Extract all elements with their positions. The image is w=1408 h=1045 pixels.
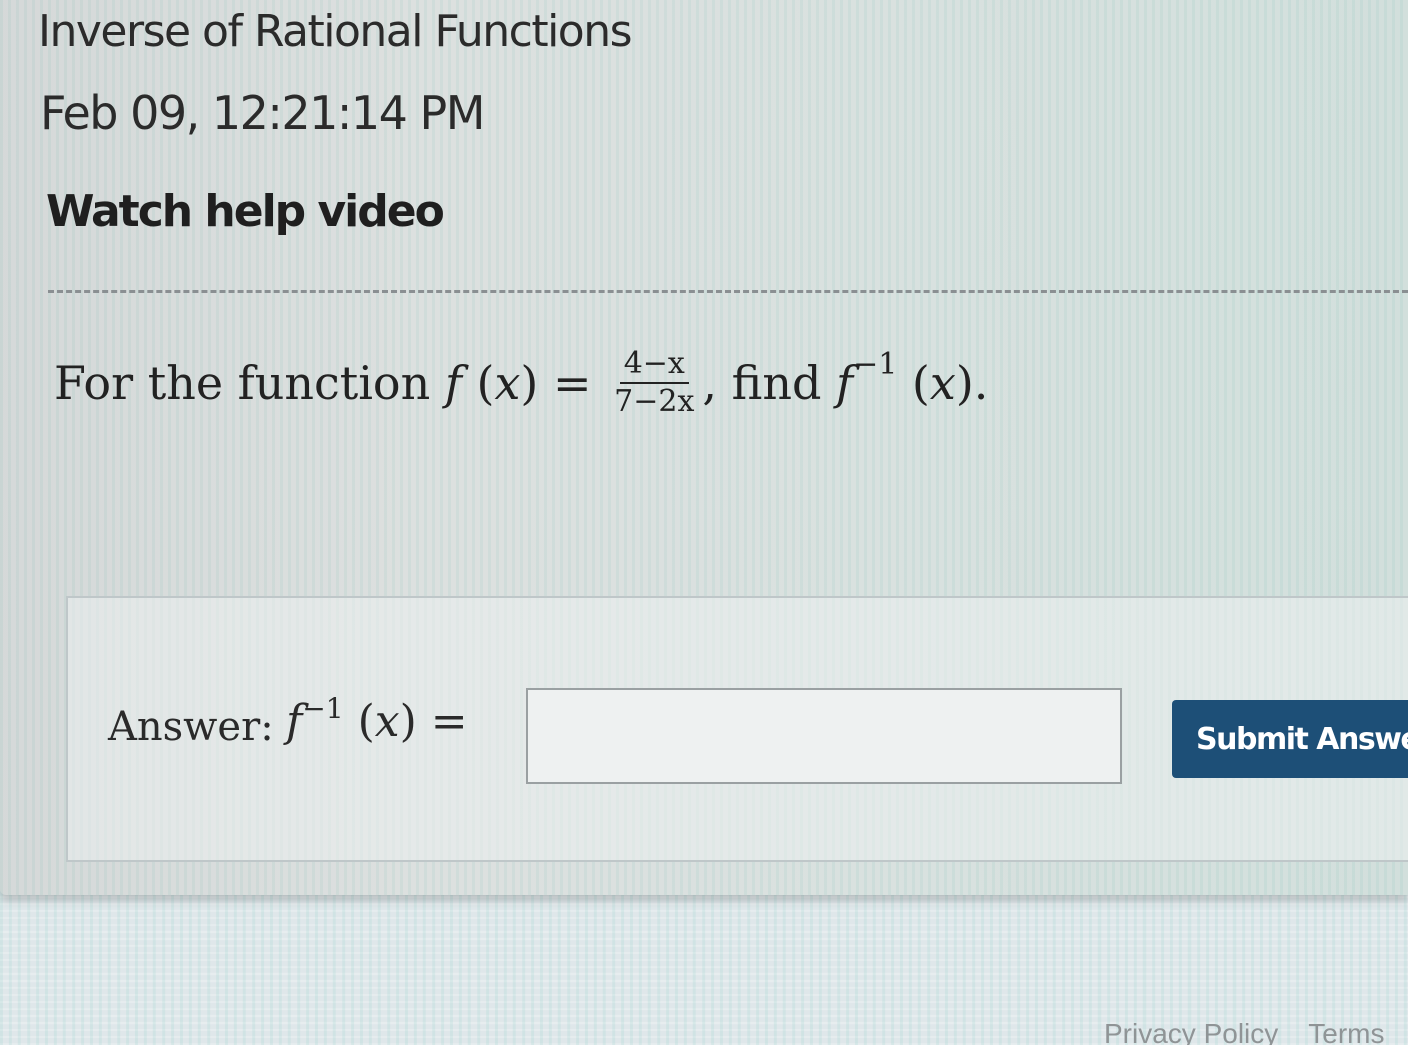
answer-superscript: −1 [302,692,344,725]
question-end: . [973,355,989,410]
question-variable: x [494,355,521,410]
page-title: Inverse of Rational Functions [38,6,633,57]
question-close-paren: ) [520,355,539,410]
fraction-numerator: 4−x [619,348,689,384]
answer-open-paren: ( [357,696,375,747]
question-inverse-superscript: −1 [853,347,898,382]
question-fraction: 4−x 7−2x [610,348,698,417]
question-open-paren: ( [476,355,495,410]
question-text: For the function f (x) = 4−x 7−2x, find f… [54,347,989,417]
question-middle: , find [702,355,822,410]
answer-input[interactable] [526,688,1122,784]
submit-answer-button[interactable]: Submit Answer [1172,700,1408,778]
fraction-denominator: 7−2x [614,383,695,419]
answer-close-paren: ) [399,696,417,747]
timestamp: Feb 09, 12:21:14 PM [40,86,486,140]
divider [48,290,1408,293]
question-function-name: f [444,355,462,410]
question-inverse-function: f [836,355,854,410]
privacy-policy-link[interactable]: Privacy Policy [1104,1018,1278,1045]
problem-card: Inverse of Rational Functions Feb 09, 12… [0,0,1408,895]
question-inverse-close-paren: ) [955,355,974,410]
answer-variable: x [374,696,400,747]
watch-help-video-link[interactable]: Watch help video [46,186,445,237]
question-equals: = [553,355,592,410]
question-inverse-variable: x [929,355,956,410]
footer-links: Privacy Policy Terms [1104,1018,1408,1045]
answer-equals: = [430,696,468,747]
question-prefix: For the function [54,355,431,410]
question-inverse-open-paren: ( [911,355,930,410]
answer-label: Answer: [108,704,274,750]
terms-link[interactable]: Terms [1308,1018,1384,1045]
answer-expression: f−1 (x) = [286,692,468,747]
answer-function-name: f [286,696,303,747]
